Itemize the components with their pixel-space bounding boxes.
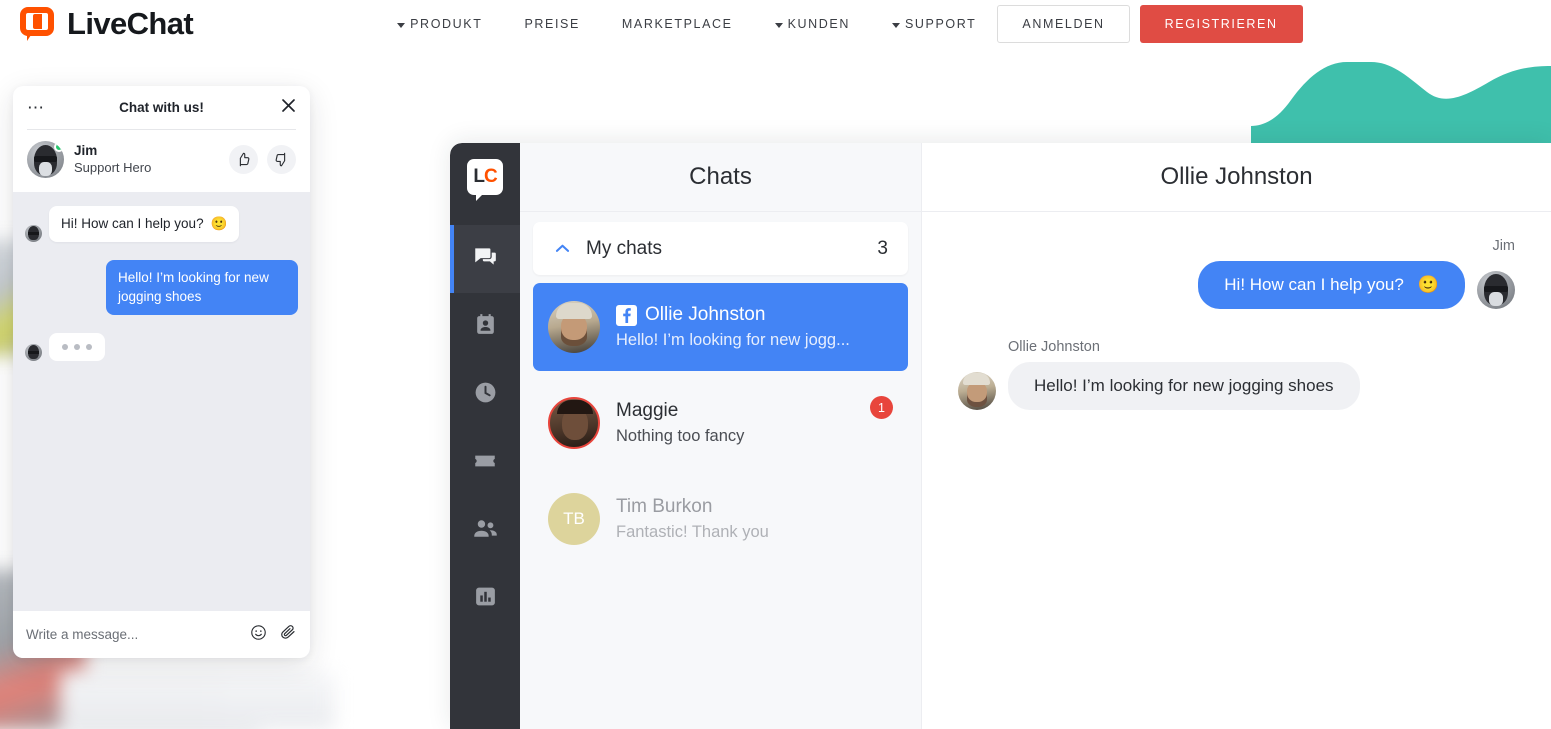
sidebar-item-team[interactable] <box>450 497 520 565</box>
avatar <box>1477 271 1515 309</box>
conversation-messages: Jim Hi! How can I help you? 🙂 Ollie John… <box>922 212 1551 729</box>
brand-name: LiveChat <box>67 6 194 41</box>
widget-composer <box>13 611 310 658</box>
agent-role: Support Hero <box>74 159 152 175</box>
nav-item-support[interactable]: SUPPORT <box>871 9 997 39</box>
emoji-icon: 🙂 <box>210 216 228 231</box>
nav-label: SUPPORT <box>904 17 977 31</box>
avatar <box>25 344 42 362</box>
typing-indicator <box>49 333 105 362</box>
unread-badge: 1 <box>870 396 893 419</box>
conversation-message-out: Jim Hi! How can I help you? 🙂 <box>958 238 1515 309</box>
message-bubble-visitor: Hello! I’m looking for new jogging shoes <box>1008 362 1360 410</box>
message-text: Hi! How can I help you? <box>61 216 204 231</box>
chat-list-title: Chats <box>520 143 921 212</box>
chevron-down-icon <box>774 22 783 28</box>
nav-label: KUNDEN <box>787 17 850 31</box>
widget-header: ⋯ Chat with us! Jim Support Hero <box>13 86 310 192</box>
bar-chart-icon <box>473 584 498 614</box>
app-sidebar: LC <box>450 143 520 729</box>
nav-actions: ANMELDEN REGISTRIEREN <box>997 5 1303 43</box>
emoji-icon: 🙂 <box>1417 275 1439 294</box>
message-row-typing <box>25 333 298 362</box>
chat-list-item-maggie[interactable]: Maggie Nothing too fancy 1 <box>533 379 908 467</box>
ticket-icon <box>472 448 498 479</box>
page-root: LiveChat PRODUKT PREISE MARKETPLACE KUND… <box>0 0 1551 729</box>
sidebar-item-chats[interactable] <box>450 225 520 293</box>
nav-label: MARKETPLACE <box>621 17 733 31</box>
chat-item-preview: Hello! I’m looking for new jogg... <box>616 330 850 349</box>
chat-bubble-icon <box>472 244 498 275</box>
online-status-dot <box>54 142 64 152</box>
nav-links: PRODUKT PREISE MARKETPLACE KUNDEN SUPPOR… <box>376 9 997 39</box>
ellipsis-icon[interactable]: ⋯ <box>27 99 57 116</box>
chat-list-panel: Chats My chats 3 Ollie Johnston Hello! I… <box>520 143 922 729</box>
nav-item-marketplace[interactable]: MARKETPLACE <box>601 9 754 39</box>
people-icon <box>472 515 499 547</box>
agent-name: Jim <box>74 143 98 159</box>
sidebar-item-reports[interactable] <box>450 565 520 633</box>
conversation-panel: Ollie Johnston Jim Hi! How can I help yo… <box>922 143 1551 729</box>
message-input[interactable] <box>26 627 250 642</box>
nav-label: PREISE <box>524 17 580 31</box>
message-row: Hello! I’m looking for new jogging shoes <box>25 260 298 316</box>
avatar <box>548 301 600 353</box>
register-button[interactable]: REGISTRIEREN <box>1139 5 1303 43</box>
clock-icon <box>473 380 498 410</box>
chat-item-name: Maggie <box>616 399 679 421</box>
app-logo-icon[interactable]: LC <box>467 159 503 201</box>
agent-app-window: LC Chats My chats 3 Ollie Johnston Hello… <box>450 143 1551 729</box>
avatar-initials: TB <box>548 493 600 545</box>
chevron-down-icon <box>891 22 900 28</box>
chat-widget: ⋯ Chat with us! Jim Support Hero Hi! How… <box>13 86 310 658</box>
livechat-logo-icon <box>20 7 58 41</box>
message-author: Ollie Johnston <box>1008 339 1100 355</box>
avatar <box>548 397 600 449</box>
chat-item-name: Ollie Johnston <box>645 303 766 325</box>
thumbs-up-icon[interactable] <box>229 145 258 174</box>
widget-agent-bar: Jim Support Hero <box>13 130 310 192</box>
sidebar-item-tickets[interactable] <box>450 429 520 497</box>
facebook-icon <box>616 304 637 326</box>
message-bubble-visitor: Hello! I’m looking for new jogging shoes <box>106 260 298 316</box>
widget-title: Chat with us! <box>119 100 204 115</box>
chevron-up-icon[interactable] <box>553 239 572 258</box>
chat-item-preview: Fantastic! Thank you <box>616 522 769 541</box>
widget-messages: Hi! How can I help you? 🙂 Hello! I’m loo… <box>13 192 310 611</box>
message-author: Jim <box>1492 238 1515 254</box>
message-row: Hi! How can I help you? 🙂 <box>25 206 298 243</box>
my-chats-count: 3 <box>877 237 888 259</box>
site-navbar: LiveChat PRODUKT PREISE MARKETPLACE KUND… <box>0 0 1551 48</box>
avatar <box>27 141 64 178</box>
brand-logo[interactable]: LiveChat <box>20 6 194 42</box>
conversation-message-in: Ollie Johnston Hello! I’m looking for ne… <box>958 339 1515 410</box>
teal-wave-decoration <box>1251 62 1551 146</box>
nav-item-produkt[interactable]: PRODUKT <box>376 9 503 39</box>
chevron-down-icon <box>397 22 406 28</box>
sidebar-item-archives[interactable] <box>450 361 520 429</box>
close-icon[interactable] <box>266 98 296 118</box>
smiley-icon[interactable] <box>250 624 267 646</box>
message-bubble-agent: Hi! How can I help you? 🙂 <box>1198 261 1465 309</box>
chat-list-item-tim[interactable]: TB Tim Burkon Fantastic! Thank you <box>533 475 908 563</box>
sidebar-item-traffic[interactable] <box>450 293 520 361</box>
message-text: Hi! How can I help you? <box>1224 275 1404 294</box>
login-button[interactable]: ANMELDEN <box>997 5 1130 43</box>
chat-list-item-ollie[interactable]: Ollie Johnston Hello! I’m looking for ne… <box>533 283 908 371</box>
avatar <box>25 225 42 243</box>
message-bubble-agent: Hi! How can I help you? 🙂 <box>49 206 240 243</box>
paperclip-icon[interactable] <box>279 623 297 646</box>
my-chats-group-header[interactable]: My chats 3 <box>533 222 908 275</box>
nav-label: PRODUKT <box>410 17 483 31</box>
nav-item-preise[interactable]: PREISE <box>503 9 600 39</box>
thumbs-down-icon[interactable] <box>267 145 296 174</box>
contact-card-icon <box>473 312 498 342</box>
avatar <box>958 372 996 410</box>
chat-item-name: Tim Burkon <box>616 495 713 517</box>
my-chats-label: My chats <box>586 237 663 259</box>
chat-item-preview: Nothing too fancy <box>616 426 745 445</box>
nav-item-kunden[interactable]: KUNDEN <box>754 9 871 39</box>
conversation-title: Ollie Johnston <box>922 143 1551 212</box>
